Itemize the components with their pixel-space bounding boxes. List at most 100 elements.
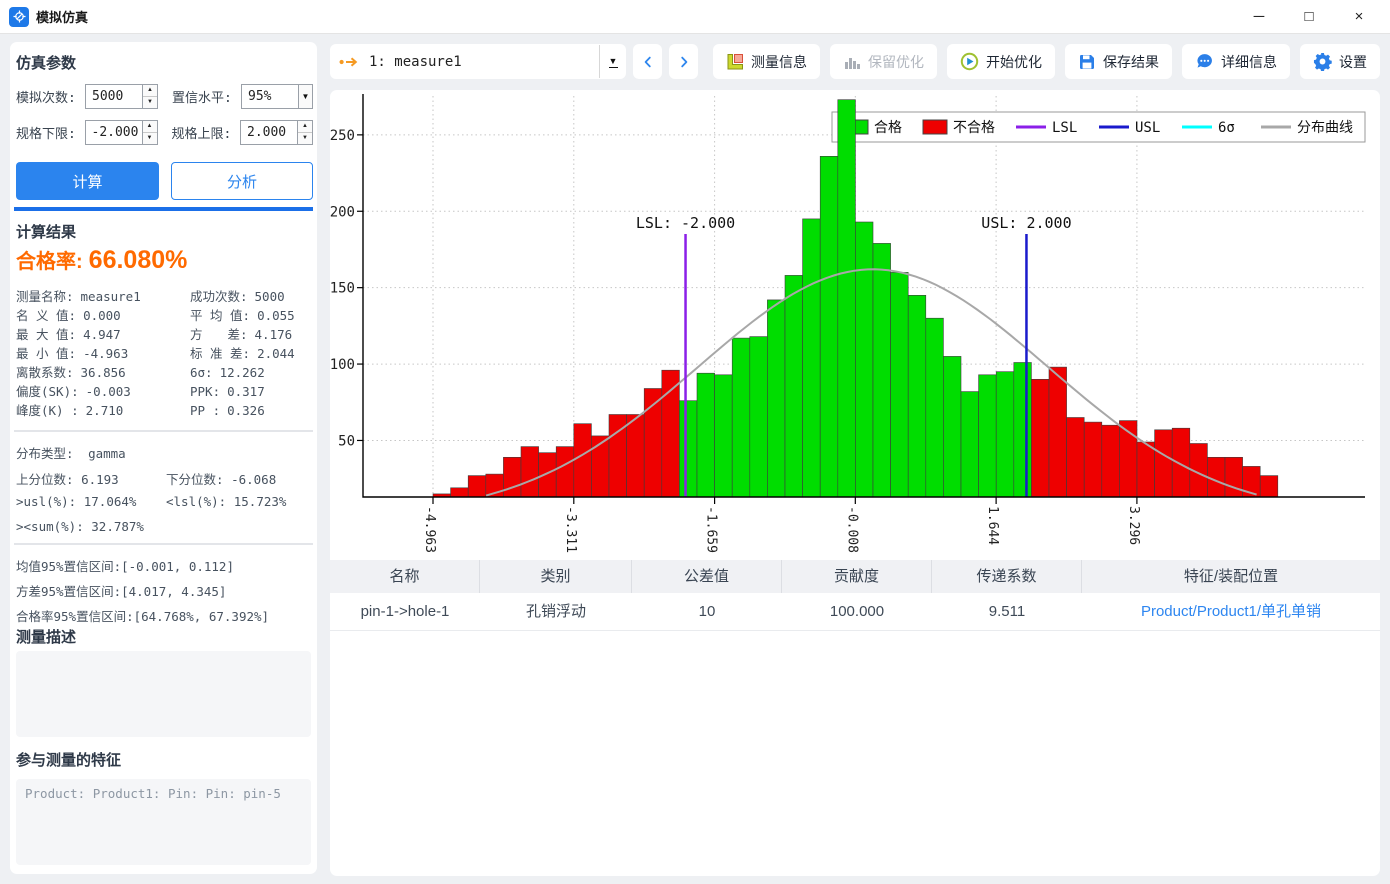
quantile-row-2: >usl(%): 17.064% <lsl(%): 15.723% (16, 494, 316, 509)
stat-row: 最 大 值: 4.947 (16, 325, 141, 344)
analyze-button[interactable]: 分析 (171, 162, 313, 200)
histogram-bar (908, 295, 926, 497)
calculate-button[interactable]: 计算 (16, 162, 159, 200)
stat-row: 测量名称:measure1 (16, 287, 141, 306)
measure-info-icon (726, 53, 744, 71)
spec-lower-input[interactable] (86, 121, 142, 144)
confidence-interval-line: 方差95%置信区间:[4.017, 4.345] (16, 581, 311, 600)
maximize-button[interactable]: □ (1284, 0, 1334, 34)
close-button[interactable]: × (1334, 0, 1384, 34)
simulation-sidebar: 仿真参数 模拟次数: ▲▼ 置信水平: ▼ 规格下限: ▲▼ 规格上限: ▲▼ … (10, 42, 317, 874)
table-cell: 9.511 (932, 593, 1082, 631)
under-lsl-percent: <lsl(%): 15.723% (166, 494, 316, 509)
spec-upper-input[interactable] (241, 121, 297, 144)
spinner-arrows[interactable]: ▲▼ (142, 121, 157, 144)
spin-down-icon[interactable]: ▼ (143, 97, 157, 108)
measure-arrow-icon (339, 56, 361, 68)
minimize-button[interactable]: ─ (1234, 0, 1284, 34)
stat-value: 0.055 (257, 308, 295, 323)
spin-up-icon[interactable]: ▲ (298, 121, 312, 133)
gear-icon (1313, 52, 1332, 71)
spinner-arrows[interactable]: ▲▼ (297, 121, 312, 144)
spin-up-icon[interactable]: ▲ (143, 85, 157, 97)
histogram-bar (803, 219, 821, 497)
histogram-bar (943, 356, 961, 497)
legend-label: LSL (1052, 120, 1077, 136)
stat-row: 标 准 差:2.044 (190, 344, 295, 363)
histogram-bar (697, 373, 715, 497)
spec-upper-spinner[interactable]: ▲▼ (240, 120, 313, 145)
toolbar-button-chat[interactable]: 详细信息 (1182, 44, 1290, 79)
table-header-row: 名称类别公差值贡献度传递系数特征/装配位置 (330, 560, 1380, 593)
stat-value: 0.317 (227, 384, 265, 399)
confidence-level-combo[interactable]: ▼ (241, 84, 313, 109)
distribution-type: 分布类型: gamma (16, 443, 311, 462)
histogram-bar (996, 372, 1014, 497)
confidence-level-label: 置信水平: (172, 87, 241, 106)
prev-measure-button[interactable] (633, 44, 662, 79)
confidence-level-input[interactable] (242, 85, 298, 108)
sim-count-input[interactable] (86, 85, 142, 108)
histogram-bar (820, 156, 838, 497)
histogram-bar (521, 447, 539, 497)
legend-swatch-icon (923, 120, 947, 134)
combo-arrow-icon[interactable]: ▼ (298, 85, 312, 108)
description-title: 测量描述 (16, 626, 311, 647)
results-title: 计算结果 (16, 221, 311, 242)
contribution-table: 名称类别公差值贡献度传递系数特征/装配位置pin-1->hole-1孔销浮动10… (330, 560, 1380, 631)
legend-label: 分布曲线 (1297, 120, 1353, 136)
histogram-bar (891, 272, 909, 497)
results-panel: 合格不合格LSLUSL6σ分布曲线LSL: -2.000USL: 2.00050… (330, 90, 1380, 876)
table-cell: pin-1->hole-1 (330, 593, 480, 631)
spec-upper-label: 规格上限: (172, 123, 241, 142)
toolbar-button-measure-info[interactable]: 测量信息 (713, 44, 820, 79)
histogram-bar (715, 375, 733, 497)
toolbar-button-gear[interactable]: 设置 (1300, 44, 1380, 79)
stat-label: 偏度(SK): (16, 384, 79, 399)
spec-lower-spinner[interactable]: ▲▼ (85, 120, 158, 145)
x-tick-label: 1.644 (985, 506, 1000, 545)
measure-description-input[interactable] (16, 651, 311, 737)
stat-row: 6σ:12.262 (190, 363, 295, 382)
x-tick-label: -4.963 (422, 506, 437, 553)
bar-chart-icon (843, 53, 861, 71)
histogram-bar (1172, 428, 1190, 497)
measure-select[interactable]: 1: measure1 ▼ (330, 44, 626, 79)
histogram-bar (1067, 418, 1085, 498)
lower-quantile: 下分位数: -6.068 (166, 469, 316, 488)
toolbar-button-bar-chart[interactable]: 保留优化 (830, 44, 937, 79)
legend-label: 6σ (1218, 120, 1235, 136)
pass-rate: 合格率:66.080% (16, 245, 187, 275)
stat-value: 4.947 (83, 327, 121, 342)
sim-count-spinner[interactable]: ▲▼ (85, 84, 158, 109)
spin-up-icon[interactable]: ▲ (143, 121, 157, 133)
stat-row: 离散系数:36.856 (16, 363, 141, 382)
stat-row: 名 义 值:0.000 (16, 306, 141, 325)
stat-value: -4.963 (83, 346, 128, 361)
stat-label: 最 大 值: (16, 327, 76, 342)
stat-value: 5000 (255, 289, 285, 304)
assembly-position-link[interactable]: Product/Product1/单孔单销 (1082, 593, 1380, 631)
table-header-1: 类别 (480, 560, 632, 593)
toolbar-button-label: 保留优化 (868, 52, 924, 72)
spinner-arrows[interactable]: ▲▼ (142, 85, 157, 108)
param-row-1: 模拟次数: ▲▼ 置信水平: ▼ (16, 83, 313, 110)
stat-row: 最 小 值:-4.963 (16, 344, 141, 363)
spin-down-icon[interactable]: ▼ (298, 133, 312, 144)
spin-down-icon[interactable]: ▼ (143, 133, 157, 144)
combo-dropdown-icon[interactable]: ▼ (600, 56, 626, 68)
histogram-bar (979, 375, 997, 497)
histogram-bar (1137, 442, 1155, 497)
table-header-4: 传递系数 (932, 560, 1082, 593)
stat-value: 2.044 (257, 346, 295, 361)
toolbar-button-play[interactable]: 开始优化 (947, 44, 1055, 79)
histogram-bar (451, 488, 469, 497)
quantile-row-3: ><sum(%): 32.787% (16, 519, 306, 534)
stat-row: 峰度(K) :2.710 (16, 401, 141, 420)
next-measure-button[interactable] (669, 44, 698, 79)
stat-row: 平 均 值:0.055 (190, 306, 295, 325)
histogram-bar (855, 222, 873, 497)
toolbar-button-label: 测量信息 (751, 52, 807, 72)
confidence-interval-line: 合格率95%置信区间:[64.768%, 67.392%] (16, 606, 311, 625)
toolbar-button-save[interactable]: 保存结果 (1065, 44, 1172, 79)
